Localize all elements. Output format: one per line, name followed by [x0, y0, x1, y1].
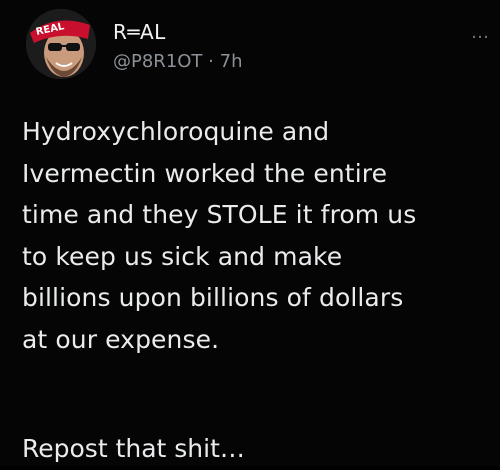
profile-avatar[interactable]: REAL: [26, 9, 96, 79]
author-meta: @P8R1OT · 7h: [113, 51, 243, 73]
author-handle[interactable]: @P8R1OT: [113, 51, 202, 72]
post-body-line: Ivermectin worked the entire: [22, 158, 388, 188]
avatar-image: REAL: [26, 9, 96, 79]
post-body-line: Hydroxychloroquine and: [22, 117, 330, 146]
post-body-line: to keep us sick and make: [22, 241, 343, 271]
post-body-line: billions upon billions of dollars: [22, 283, 404, 312]
more-options-icon[interactable]: …: [471, 24, 490, 42]
post-header: R═AL @P8R1OT · 7h: [113, 20, 243, 73]
author-display-name[interactable]: R═AL: [113, 20, 243, 44]
post-body-line: at our expense.: [22, 324, 220, 354]
post-body-line: time and they STOLE it from us: [22, 200, 417, 229]
post-time[interactable]: 7h: [220, 51, 243, 72]
post-body: Hydroxychloroquine and Ivermectin worked…: [22, 111, 492, 360]
tweet-card: REAL R═AL @P8R1OT · 7h … Hydroxychloroqu…: [0, 0, 500, 466]
post-footer-line: Repost that shit…: [22, 434, 245, 463]
meta-separator: ·: [208, 51, 214, 72]
